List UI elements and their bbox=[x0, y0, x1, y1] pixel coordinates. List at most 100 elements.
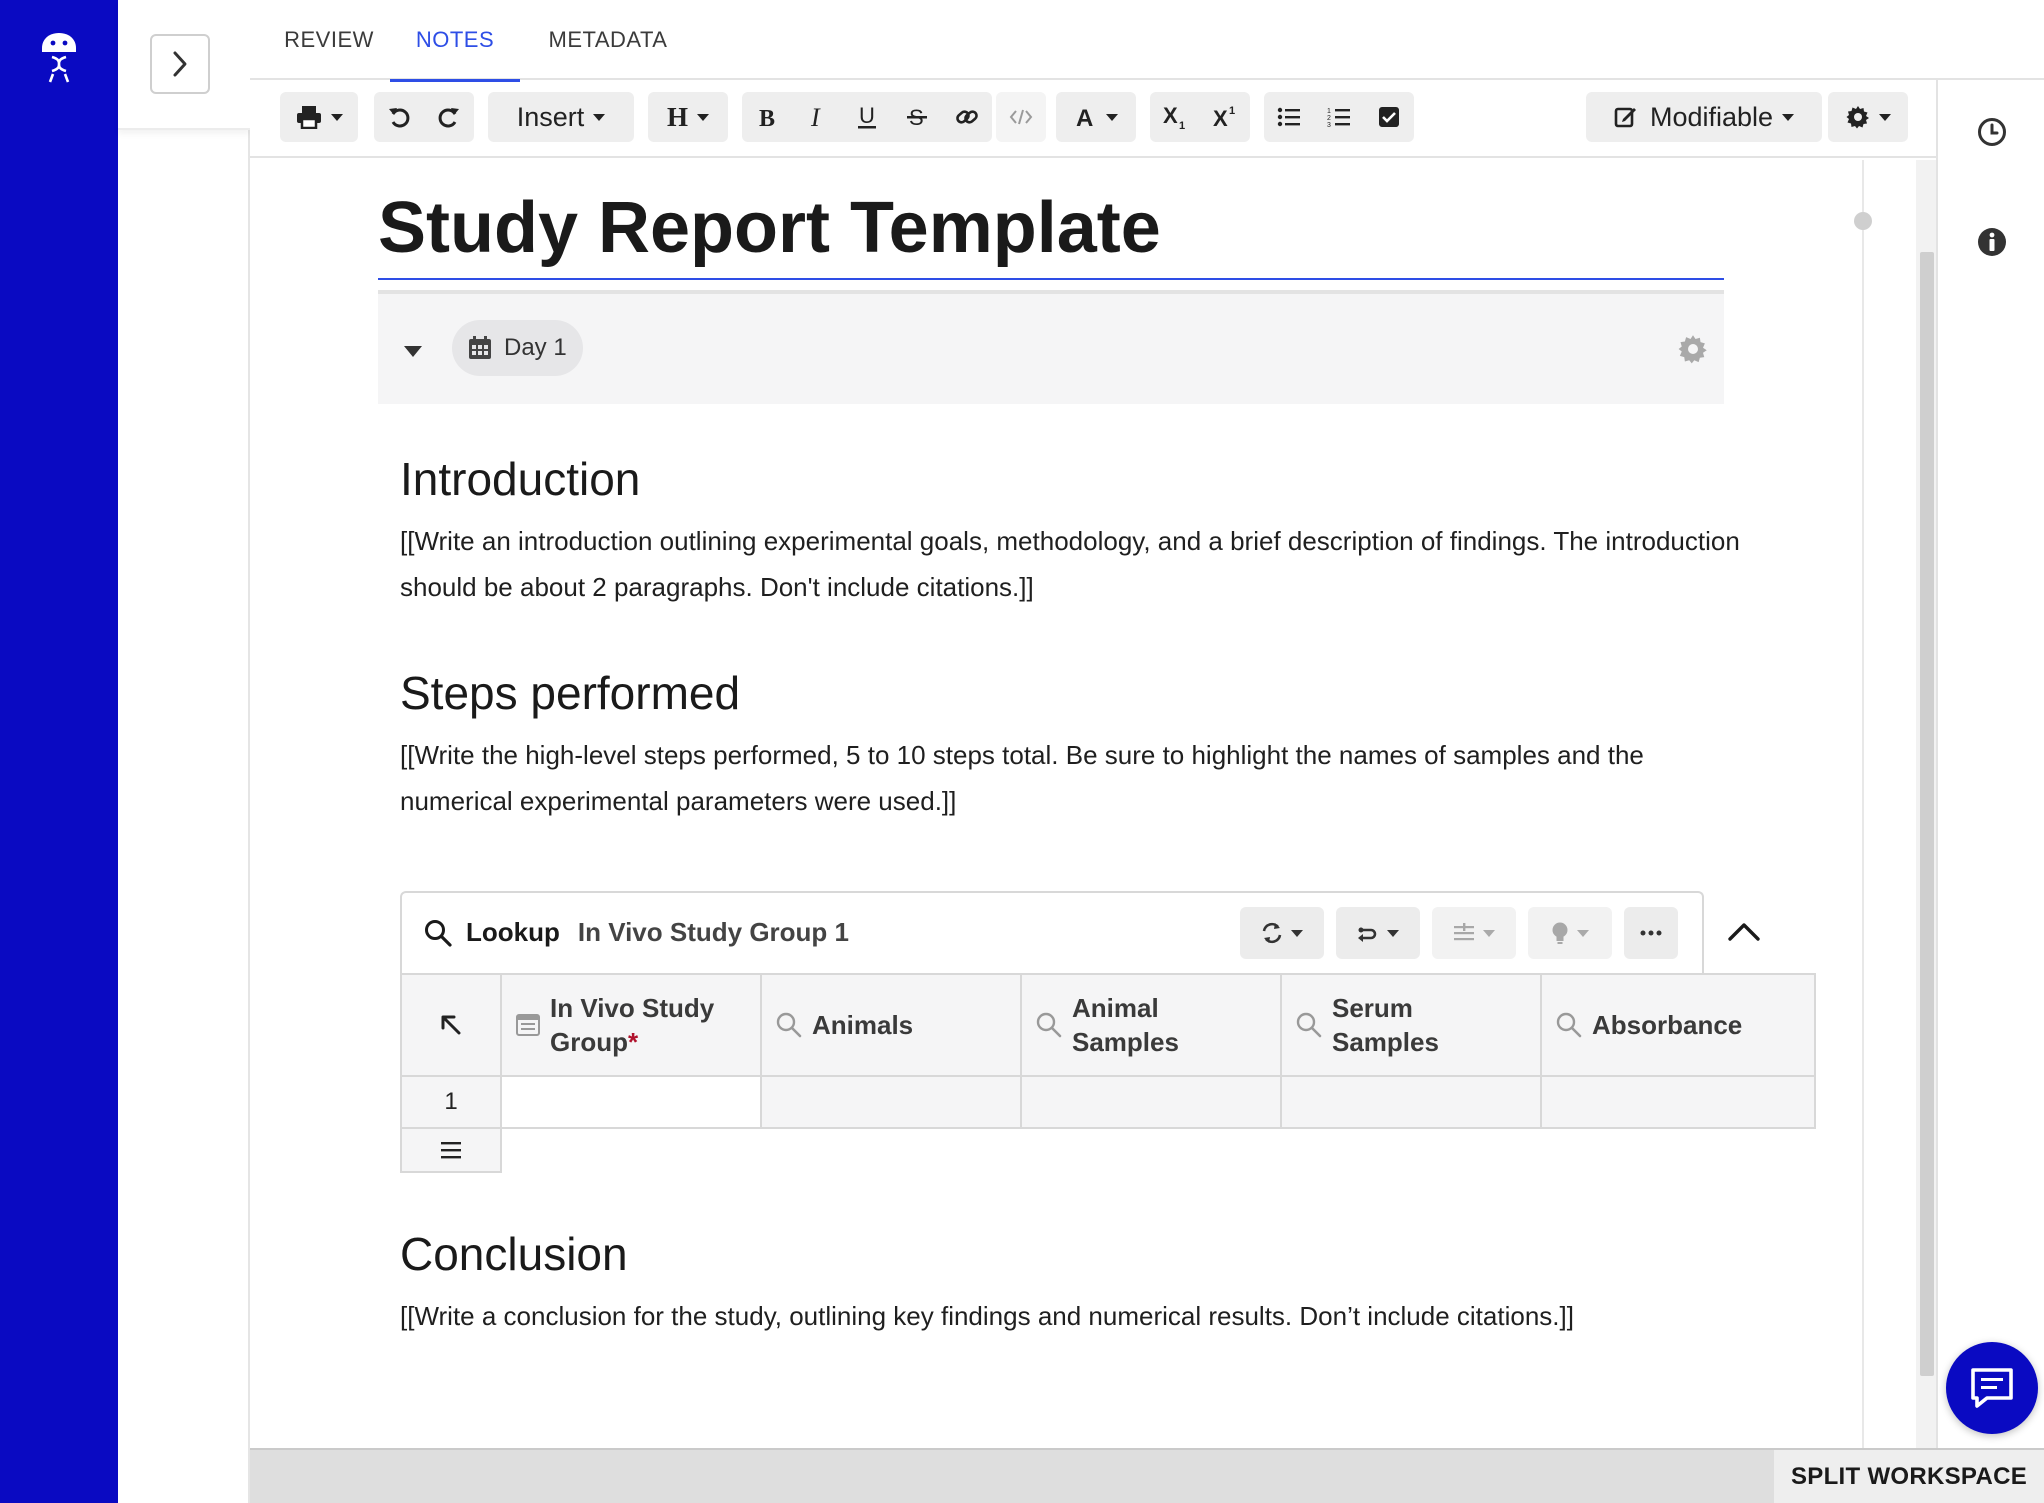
edit-mode-dropdown[interactable]: Modifiable bbox=[1586, 92, 1822, 142]
edit-icon bbox=[1614, 107, 1636, 128]
bullet-list-button[interactable] bbox=[1264, 92, 1314, 142]
svg-text:A: A bbox=[1076, 105, 1093, 129]
history-clock-icon[interactable] bbox=[1976, 116, 2008, 148]
document-editor: Study Report Template Day 1 Introduction… bbox=[250, 160, 1936, 1448]
column-header-animal-samples[interactable]: Animal Samples bbox=[1020, 973, 1282, 1077]
column-header-label: In Vivo Study Group* bbox=[550, 993, 715, 1057]
section-body-steps[interactable]: [[Write the high-level steps performed, … bbox=[400, 732, 1740, 824]
table-cell-absorbance[interactable] bbox=[1540, 1075, 1816, 1129]
svg-text:2: 2 bbox=[1327, 115, 1331, 122]
day-pill[interactable]: Day 1 bbox=[452, 320, 583, 376]
info-icon[interactable] bbox=[1976, 226, 2008, 258]
insert-dropdown[interactable]: Insert bbox=[488, 92, 634, 142]
gear-icon bbox=[1846, 106, 1869, 129]
link-button[interactable] bbox=[942, 92, 992, 142]
insert-label: Insert bbox=[516, 101, 585, 132]
print-button[interactable] bbox=[280, 92, 358, 142]
split-workspace-button[interactable]: SPLIT WORKSPACE bbox=[1774, 1450, 2044, 1503]
day-settings-gear-icon[interactable] bbox=[1678, 334, 1708, 364]
numbered-list-button[interactable]: 123 bbox=[1314, 92, 1364, 142]
search-icon bbox=[1556, 1012, 1582, 1038]
print-icon bbox=[296, 106, 321, 129]
scrollbar-thumb[interactable] bbox=[1920, 252, 1934, 1376]
required-mark: * bbox=[628, 1027, 639, 1057]
lookup-header: Lookup In Vivo Study Group 1 bbox=[400, 891, 1704, 973]
hints-dropdown[interactable] bbox=[1528, 907, 1612, 959]
history-group bbox=[374, 92, 474, 142]
column-header-study-group[interactable]: In Vivo Study Group* bbox=[500, 973, 762, 1077]
tab-notes[interactable]: NOTES bbox=[390, 0, 520, 82]
outline-track bbox=[1862, 160, 1864, 1448]
heading-caret-icon bbox=[697, 113, 709, 121]
column-header-animals[interactable]: Animals bbox=[760, 973, 1022, 1077]
heading-label: H bbox=[666, 101, 688, 132]
checklist-button[interactable] bbox=[1364, 92, 1414, 142]
chevron-up-icon[interactable] bbox=[1722, 911, 1766, 951]
columns-dropdown[interactable] bbox=[1432, 907, 1516, 959]
code-icon bbox=[1009, 109, 1033, 125]
tab-review[interactable]: REVIEW bbox=[268, 0, 390, 80]
column-header-label: Animal Samples bbox=[1072, 993, 1179, 1057]
table-cell-serum-samples[interactable] bbox=[1280, 1075, 1542, 1129]
section-heading-steps[interactable]: Steps performed bbox=[400, 666, 740, 720]
format-group: B I U S bbox=[742, 92, 992, 142]
svg-text:X: X bbox=[1163, 104, 1178, 128]
bold-icon: B bbox=[759, 106, 775, 129]
search-icon bbox=[425, 919, 452, 947]
italic-button[interactable]: I bbox=[792, 92, 842, 142]
caret-down-icon[interactable] bbox=[404, 346, 422, 357]
select-all-cell[interactable] bbox=[400, 973, 502, 1077]
text-color-dropdown[interactable]: A bbox=[1056, 92, 1136, 142]
document-title[interactable]: Study Report Template bbox=[378, 178, 1724, 280]
lightbulb-icon bbox=[1552, 922, 1568, 944]
lookup-entity[interactable]: In Vivo Study Group 1 bbox=[578, 917, 849, 948]
text-color-caret-icon bbox=[1105, 113, 1118, 121]
heading-dropdown[interactable]: H bbox=[648, 92, 728, 142]
svg-text:U: U bbox=[859, 104, 875, 128]
chat-button[interactable] bbox=[1946, 1342, 2038, 1434]
svg-text:X: X bbox=[1213, 106, 1228, 130]
section-body-introduction[interactable]: [[Write an introduction outlining experi… bbox=[400, 518, 1740, 610]
table-cell-animal-samples[interactable] bbox=[1020, 1075, 1282, 1129]
code-button[interactable] bbox=[996, 92, 1046, 142]
numbered-list-icon: 123 bbox=[1327, 108, 1350, 128]
chat-icon bbox=[1971, 1368, 2013, 1408]
row-menu-button[interactable] bbox=[400, 1127, 502, 1173]
strikethrough-button[interactable]: S bbox=[892, 92, 942, 142]
expand-panel-button[interactable] bbox=[150, 34, 210, 94]
outline-marker[interactable] bbox=[1854, 212, 1872, 230]
underline-button[interactable]: U bbox=[842, 92, 892, 142]
column-header-label: Serum Samples bbox=[1332, 993, 1439, 1057]
row-number[interactable]: 1 bbox=[400, 1075, 502, 1129]
benchling-logo-icon[interactable] bbox=[36, 30, 82, 84]
transfer-dropdown[interactable] bbox=[1336, 907, 1420, 959]
search-icon bbox=[1296, 1012, 1322, 1038]
undo-button[interactable] bbox=[374, 92, 424, 142]
redo-icon bbox=[438, 108, 459, 128]
chevron-right-icon bbox=[173, 51, 187, 77]
tab-metadata[interactable]: METADATA bbox=[530, 0, 686, 80]
utility-bar bbox=[1936, 80, 2044, 1448]
column-header-absorbance[interactable]: Absorbance bbox=[1540, 973, 1816, 1077]
columns-icon bbox=[1454, 923, 1474, 941]
more-options-button[interactable] bbox=[1624, 907, 1678, 959]
column-header-serum-samples[interactable]: Serum Samples bbox=[1280, 973, 1542, 1077]
table-cell-study-group[interactable] bbox=[500, 1075, 762, 1129]
table-cell-animals[interactable] bbox=[760, 1075, 1022, 1129]
redo-button[interactable] bbox=[424, 92, 474, 142]
section-heading-introduction[interactable]: Introduction bbox=[400, 452, 640, 506]
superscript-icon: X1 bbox=[1213, 105, 1235, 130]
transfer-caret-icon bbox=[1387, 929, 1399, 937]
columns-caret-icon bbox=[1483, 929, 1495, 937]
section-body-conclusion[interactable]: [[Write a conclusion for the study, outl… bbox=[400, 1293, 1740, 1339]
section-heading-conclusion[interactable]: Conclusion bbox=[400, 1227, 628, 1281]
checklist-icon bbox=[1379, 107, 1399, 127]
settings-dropdown[interactable] bbox=[1828, 92, 1908, 142]
bold-button[interactable]: B bbox=[742, 92, 792, 142]
brand-rail bbox=[0, 0, 118, 1503]
refresh-dropdown[interactable] bbox=[1240, 907, 1324, 959]
subscript-button[interactable]: X1 bbox=[1150, 92, 1200, 142]
subscript-icon: X1 bbox=[1163, 104, 1185, 130]
superscript-button[interactable]: X1 bbox=[1200, 92, 1250, 142]
settings-caret-icon bbox=[1878, 113, 1891, 121]
